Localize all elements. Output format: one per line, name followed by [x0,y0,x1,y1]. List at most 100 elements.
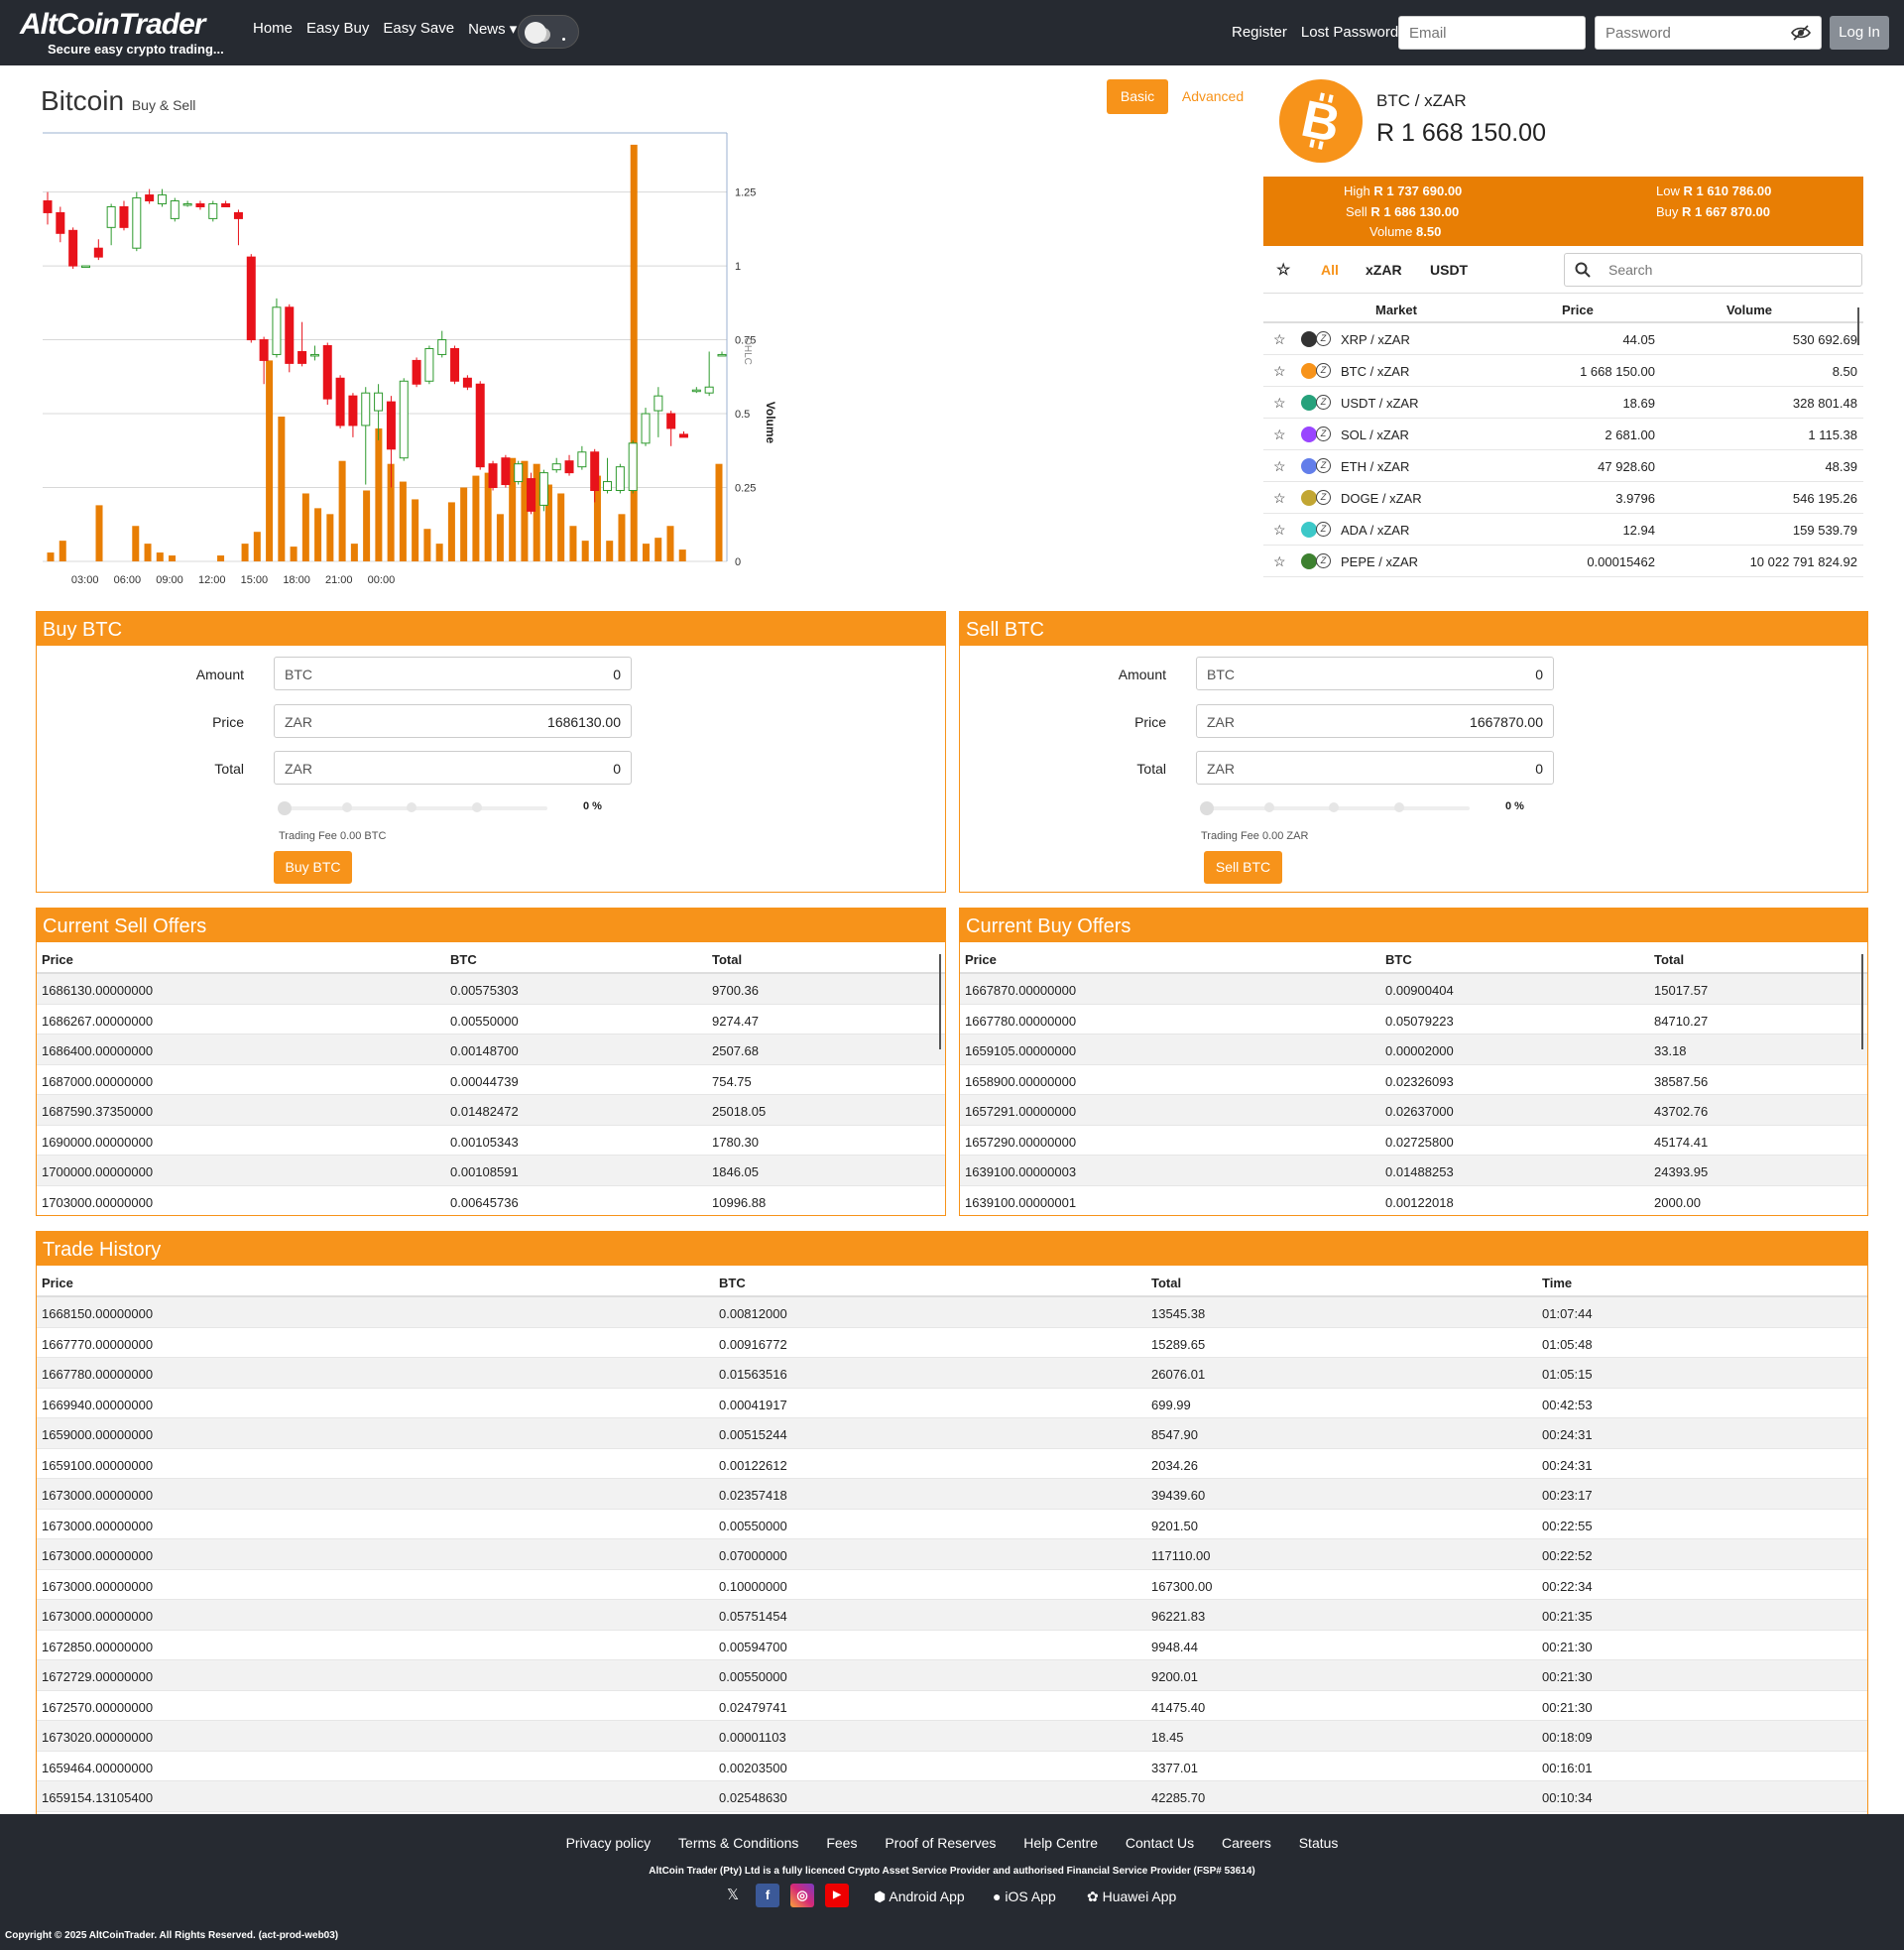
market-row[interactable]: ☆ Z BTC / xZAR 1 668 150.00 8.50 [1263,355,1863,387]
sell-offer-row[interactable]: 1690000.00000000 0.00105343 1780.30 [37,1126,945,1156]
sell-offer-row[interactable]: 1686267.00000000 0.00550000 9274.47 [37,1005,945,1035]
trade-row[interactable]: 1659100.00000000 0.00122612 2034.26 00:24:3… [37,1449,1867,1479]
trade-row[interactable]: 1673000.00000000 0.07000000 117110.00 00:22… [37,1539,1867,1570]
nav-easy-buy[interactable]: Easy Buy [306,20,369,38]
favorite-star-icon[interactable]: ☆ [1273,458,1286,475]
buy-offer-row[interactable]: 1667870.00000000 0.00900404 15017.57 [960,974,1867,1005]
buy-btc-button[interactable]: Buy BTC [274,851,352,884]
site-logo[interactable]: AltCoinTrader Secure easy crypto trading… [20,8,238,60]
trade-row[interactable]: 1672850.00000000 0.00594700 9948.44 00:21:3… [37,1631,1867,1660]
buy-offer-row[interactable]: 1659105.00000000 0.00002000 33.18 [960,1035,1867,1065]
tab-xzar[interactable]: xZAR [1366,262,1402,278]
facebook-icon[interactable]: f [756,1884,779,1907]
buy-slider-handle[interactable] [278,801,292,815]
password-field[interactable] [1595,16,1822,50]
sell-offers-scrollbar[interactable] [939,954,941,1049]
price-chart[interactable]: 00.250.50.7511.2503:00 06:00 09:00 12:00 15:… [38,125,791,591]
trade-row[interactable]: 1673000.00000000 0.05751454 96221.83 00:21:… [37,1600,1867,1631]
footer-status-link[interactable]: Status [1299,1835,1339,1851]
favorites-star-icon[interactable]: ☆ [1276,260,1290,280]
market-row[interactable]: ☆ Z USDT / xZAR 18.69 328 801.48 [1263,387,1863,419]
market-search-input[interactable] [1564,253,1862,287]
trade-row[interactable]: 1669940.00000000 0.00041917 699.99 00:42:53 [37,1389,1867,1418]
tab-usdt[interactable]: USDT [1430,262,1468,278]
trade-row[interactable]: 1667770.00000000 0.00916772 15289.65 01:05:… [37,1328,1867,1358]
trade-row[interactable]: 1659154.13105400 0.02548630 42285.70 00:10:… [37,1781,1867,1812]
trade-row[interactable]: 1673000.00000000 0.10000000 167300.00 00:22… [37,1570,1867,1600]
nav-news-dropdown[interactable]: News ▾ [468,20,517,38]
favorite-star-icon[interactable]: ☆ [1273,363,1286,380]
tab-advanced[interactable]: Advanced [1180,79,1246,114]
huawei-app-link[interactable]: ✿ Huawei App [1087,1889,1176,1905]
tab-all[interactable]: All [1321,262,1339,278]
sell-offer-row[interactable]: 1687000.00000000 0.00044739 754.75 [37,1065,945,1095]
footer-careers-link[interactable]: Careers [1222,1835,1271,1851]
nav-home[interactable]: Home [253,20,293,38]
sell-offer-row[interactable]: 1686130.00000000 0.00575303 9700.36 [37,974,945,1005]
footer-contact-link[interactable]: Contact Us [1126,1835,1194,1851]
trade-row[interactable]: 1672570.00000000 0.02479741 41475.40 00:21:… [37,1691,1867,1721]
favorite-star-icon[interactable]: ☆ [1273,395,1286,412]
footer-fees-link[interactable]: Fees [826,1835,857,1851]
ios-app-link[interactable]: ● iOS App [993,1889,1056,1904]
footer-reserves-link[interactable]: Proof of Reserves [885,1835,996,1851]
sell-price-input[interactable]: ZAR 1667870.00 [1196,704,1554,738]
trade-row[interactable]: 1673000.00000000 0.02357418 39439.60 00:23:… [37,1479,1867,1510]
sell-slider-mark-25[interactable] [1264,802,1274,812]
email-field[interactable] [1398,16,1586,50]
x-twitter-icon[interactable]: 𝕏 [721,1884,745,1907]
market-row[interactable]: ☆ Z XRP / xZAR 44.05 530 692.69 [1263,323,1863,355]
favorite-star-icon[interactable]: ☆ [1273,522,1286,539]
sell-slider-mark-75[interactable] [1394,802,1404,812]
buy-slider-mark-25[interactable] [342,802,352,812]
trade-row[interactable]: 1668150.00000000 0.00812000 13545.38 01:07:… [37,1297,1867,1328]
trade-row[interactable]: 1659464.00000000 0.00203500 3377.01 00:16:0… [37,1752,1867,1781]
market-scrollbar[interactable] [1857,307,1859,345]
footer-privacy-link[interactable]: Privacy policy [566,1835,652,1851]
buy-offer-row[interactable]: 1639100.00000003 0.01488253 24393.95 [960,1156,1867,1186]
buy-slider-mark-75[interactable] [472,802,482,812]
favorite-star-icon[interactable]: ☆ [1273,427,1286,443]
buy-total-input[interactable]: ZAR 0 [274,751,632,785]
buy-offer-row[interactable]: 1657291.00000000 0.02637000 43702.76 [960,1095,1867,1126]
sell-total-input[interactable]: ZAR 0 [1196,751,1554,785]
login-button[interactable]: Log In [1830,16,1889,50]
sell-amount-input[interactable]: BTC 0 [1196,657,1554,690]
sell-slider-mark-50[interactable] [1329,802,1339,812]
buy-offer-row[interactable]: 1667780.00000000 0.05079223 84710.27 [960,1005,1867,1035]
market-row[interactable]: ☆ Z DOGE / xZAR 3.9796 546 195.26 [1263,482,1863,514]
sell-slider-handle[interactable] [1200,801,1214,815]
sell-offer-row[interactable]: 1686400.00000000 0.00148700 2507.68 [37,1035,945,1065]
footer-help-link[interactable]: Help Centre [1023,1835,1098,1851]
market-row[interactable]: ☆ Z ADA / xZAR 12.94 159 539.79 [1263,514,1863,546]
buy-amount-input[interactable]: BTC 0 [274,657,632,690]
hide-password-icon[interactable] [1791,24,1811,42]
trade-row[interactable]: 1673000.00000000 0.00550000 9201.50 00:22:5… [37,1510,1867,1539]
sell-offer-row[interactable]: 1700000.00000000 0.00108591 1846.05 [37,1156,945,1186]
nav-easy-save[interactable]: Easy Save [383,20,454,38]
tab-basic[interactable]: Basic [1107,79,1168,114]
trade-row[interactable]: 1667780.00000000 0.01563516 26076.01 01:05:… [37,1358,1867,1389]
buy-percent-slider[interactable] [278,801,547,815]
lost-password-link[interactable]: Lost Password [1301,24,1398,41]
instagram-icon[interactable]: ◎ [790,1884,814,1907]
sell-offer-row[interactable]: 1687590.37350000 0.01482472 25018.05 [37,1095,945,1126]
market-row[interactable]: ☆ Z ETH / xZAR 47 928.60 48.39 [1263,450,1863,482]
favorite-star-icon[interactable]: ☆ [1273,553,1286,570]
footer-terms-link[interactable]: Terms & Conditions [678,1835,798,1851]
register-link[interactable]: Register [1232,24,1287,41]
theme-toggle[interactable] [518,15,579,49]
buy-offer-row[interactable]: 1657290.00000000 0.02725800 45174.41 [960,1126,1867,1156]
android-app-link[interactable]: ⬢ Android App [874,1889,965,1905]
youtube-icon[interactable]: ▶ [825,1884,849,1907]
favorite-star-icon[interactable]: ☆ [1273,331,1286,348]
buy-offer-row[interactable]: 1639100.00000001 0.00122018 2000.00 [960,1186,1867,1216]
market-row[interactable]: ☆ Z PEPE / xZAR 0.00015462 10 022 791 824.92 [1263,546,1863,577]
buy-slider-mark-50[interactable] [407,802,416,812]
sell-offer-row[interactable]: 1703000.00000000 0.00645736 10996.88 [37,1186,945,1216]
buy-offer-row[interactable]: 1658900.00000000 0.02326093 38587.56 [960,1065,1867,1095]
market-row[interactable]: ☆ Z SOL / xZAR 2 681.00 1 115.38 [1263,419,1863,450]
trade-row[interactable]: 1672729.00000000 0.00550000 9200.01 00:21:3… [37,1660,1867,1691]
buy-offers-scrollbar[interactable] [1861,954,1863,1049]
sell-percent-slider[interactable] [1200,801,1470,815]
